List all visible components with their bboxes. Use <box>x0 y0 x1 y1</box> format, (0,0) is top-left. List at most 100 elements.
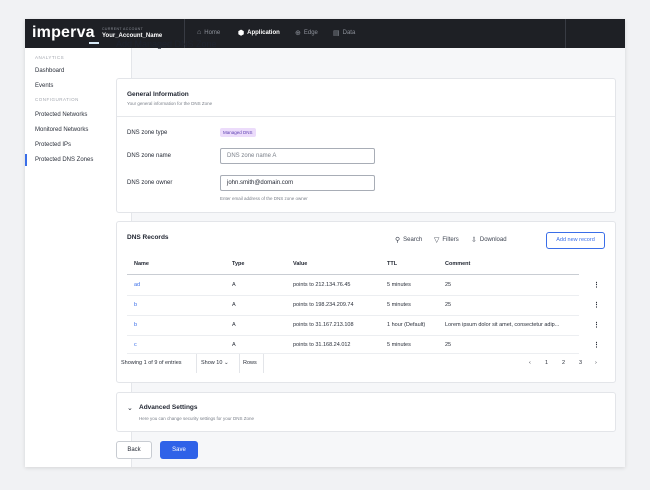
column-header-ttl[interactable]: TTL <box>387 261 397 267</box>
card-divider <box>117 116 615 117</box>
nav-data-label: Data <box>342 30 356 36</box>
page-size-select[interactable]: Show 10 ⌄ <box>201 360 229 366</box>
imperva-logo[interactable]: imperva <box>32 24 95 42</box>
filters-label: Filters <box>442 237 459 243</box>
globe-icon: ⊕ <box>295 30 301 37</box>
advanced-settings-subtitle: Here you can change security settings fo… <box>139 416 255 421</box>
sidebar-item-monitored-networks[interactable]: Monitored Networks <box>35 127 88 133</box>
prev-page-icon[interactable]: ‹ <box>529 360 531 366</box>
zone-owner-input[interactable]: john.smith@domain.com <box>220 175 375 191</box>
nav-edge-label: Edge <box>303 30 318 36</box>
sidebar-item-protected-networks[interactable]: Protected Networks <box>35 112 87 118</box>
nav-home[interactable]: ⌂ Home <box>197 29 220 36</box>
row-menu-icon[interactable]: ⋮ <box>593 301 600 309</box>
page-3-button[interactable]: 3 <box>579 360 582 366</box>
row-divider <box>127 295 579 296</box>
next-page-icon[interactable]: › <box>595 360 597 366</box>
filter-icon: ▽ <box>434 237 440 244</box>
database-icon: ▤ <box>333 30 340 37</box>
advanced-settings-card[interactable]: ⌄ Advanced Settings Here you can change … <box>116 392 616 432</box>
chevron-down-icon: ⌄ <box>223 360 229 366</box>
chevron-down-icon[interactable]: ⌄ <box>127 404 133 412</box>
zone-type-label: DNS zone type <box>127 130 168 136</box>
sidebar-item-protected-dns-zones[interactable]: Protected DNS Zones <box>35 157 93 163</box>
sidebar-item-dashboard[interactable]: Dashboard <box>35 68 64 74</box>
download-label: Download <box>479 237 507 243</box>
record-value: points to 31.167.213.108 <box>293 322 354 328</box>
row-menu-icon[interactable]: ⋮ <box>593 341 600 349</box>
topbar-divider-right <box>565 19 566 48</box>
footer-divider <box>196 354 197 373</box>
zone-owner-label: DNS zone owner <box>127 180 173 186</box>
column-header-comment[interactable]: Comment <box>445 261 470 267</box>
page-title: Add Managed DNS Zone <box>116 39 217 49</box>
column-header-name[interactable]: Name <box>134 261 149 267</box>
footer-divider <box>263 354 264 373</box>
sidebar-section-analytics: ANALYTICS <box>35 55 65 60</box>
row-menu-icon[interactable]: ⋮ <box>593 321 600 329</box>
sidebar-section-configuration: CONFIGURATION <box>35 97 79 102</box>
record-type: A <box>232 342 236 348</box>
filters-button[interactable]: ▽ Filters <box>434 236 459 244</box>
record-value: points to 198.234.209.74 <box>293 302 354 308</box>
nav-edge[interactable]: ⊕ Edge <box>295 29 318 37</box>
record-value: points to 31.168.24.012 <box>293 342 351 348</box>
row-divider <box>127 335 579 336</box>
nav-application-label: Application <box>247 30 280 36</box>
shield-icon: ⬢ <box>238 30 245 37</box>
add-new-record-button[interactable]: Add new record <box>546 232 605 249</box>
search-label: Search <box>403 237 423 243</box>
dns-records-card: DNS Records ⚲ Search ▽ Filters ⇩ Downloa… <box>116 221 616 383</box>
record-ttl: 5 minutes <box>387 302 411 308</box>
zone-name-input[interactable]: DNS zone name A <box>220 148 375 164</box>
dns-records-title: DNS Records <box>127 234 169 241</box>
home-icon: ⌂ <box>197 29 202 36</box>
record-name-link[interactable]: b <box>134 322 137 328</box>
nav-home-label: Home <box>204 29 221 36</box>
advanced-settings-title[interactable]: Advanced Settings <box>139 404 198 411</box>
row-divider <box>127 353 579 354</box>
show-label: Show <box>201 360 215 366</box>
row-menu-icon[interactable]: ⋮ <box>593 281 600 289</box>
record-name-link[interactable]: c <box>134 342 137 348</box>
record-name-link[interactable]: b <box>134 302 137 308</box>
general-information-title: General Information <box>127 91 189 98</box>
footer-divider <box>239 354 240 373</box>
download-button[interactable]: ⇩ Download <box>471 236 507 244</box>
nav-application[interactable]: ⬢ Application <box>238 29 280 37</box>
rows-label: Rows <box>243 360 257 366</box>
search-icon: ⚲ <box>395 237 401 244</box>
nav-data[interactable]: ▤ Data <box>333 29 355 37</box>
account-switcher[interactable]: CURRENT ACCOUNT Your_Account_Name <box>102 27 162 39</box>
zone-owner-hint: Enter email address of the DNS zone owne… <box>220 196 308 201</box>
record-ttl: 1 hour (Default) <box>387 322 426 328</box>
record-type: A <box>232 302 236 308</box>
page-1-button[interactable]: 1 <box>545 360 548 366</box>
record-value: points to 212.134.76.45 <box>293 282 351 288</box>
sidebar-item-events[interactable]: Events <box>35 83 53 89</box>
record-comment: 25 <box>445 342 452 348</box>
back-button[interactable]: Back <box>116 441 152 459</box>
record-ttl: 5 minutes <box>387 282 411 288</box>
column-header-value[interactable]: Value <box>293 261 307 267</box>
search-button[interactable]: ⚲ Search <box>395 236 422 244</box>
general-information-subtitle: Your general information for the DNS Zon… <box>127 101 213 106</box>
save-button[interactable]: Save <box>160 441 198 459</box>
page-size-value: 10 <box>216 360 223 366</box>
logo-underline <box>89 42 99 44</box>
entries-count: Showing 1 of 9 of entries <box>121 360 182 366</box>
zone-name-label: DNS zone name <box>127 153 172 159</box>
top-bar: imperva CURRENT ACCOUNT Your_Account_Nam… <box>25 19 625 48</box>
general-information-card: General Information Your general informa… <box>116 78 616 213</box>
record-comment: Lorem ipsum dolor sit amet, consectetur … <box>445 322 560 328</box>
row-divider <box>127 315 579 316</box>
record-type: A <box>232 282 236 288</box>
sidebar-item-protected-ips[interactable]: Protected IPs <box>35 142 71 148</box>
record-ttl: 5 minutes <box>387 342 411 348</box>
page-2-button[interactable]: 2 <box>562 360 565 366</box>
account-label: CURRENT ACCOUNT <box>102 27 144 31</box>
record-comment: 25 <box>445 302 452 308</box>
record-type: A <box>232 322 236 328</box>
column-header-type[interactable]: Type <box>232 261 244 267</box>
record-name-link[interactable]: ad <box>134 282 140 288</box>
